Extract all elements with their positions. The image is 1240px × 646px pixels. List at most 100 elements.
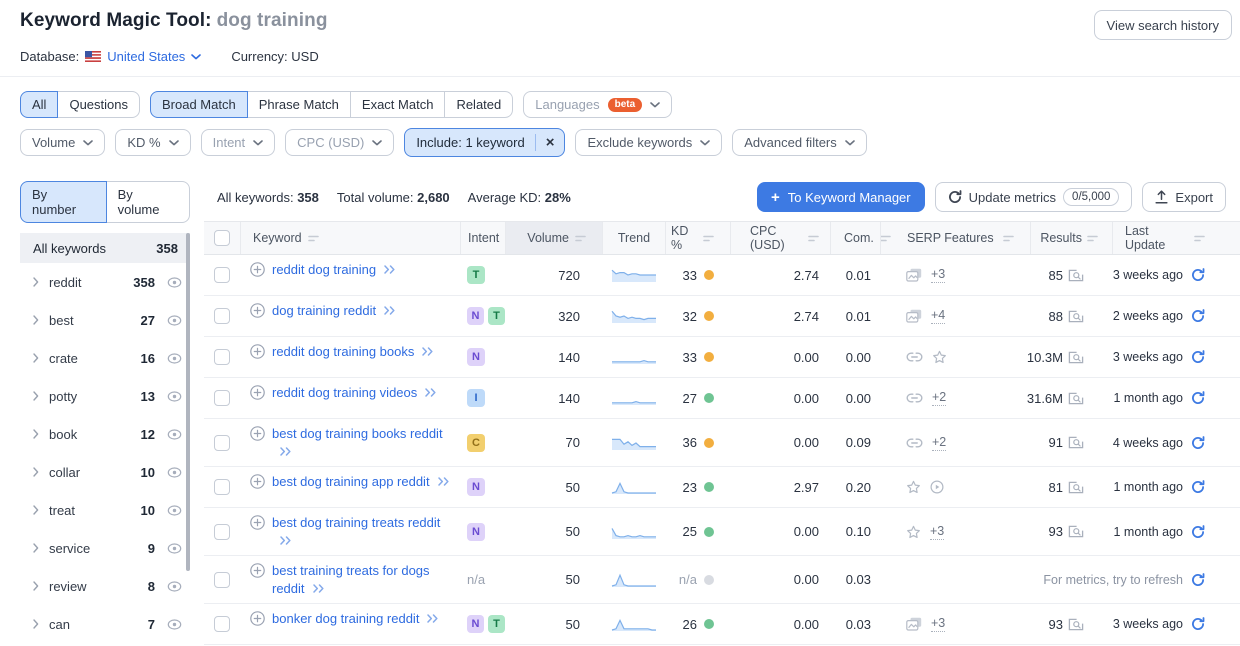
- expand-keyword-icon[interactable]: [383, 265, 396, 274]
- refresh-icon[interactable]: [1191, 617, 1205, 631]
- advanced-filters-dropdown[interactable]: Advanced filters: [732, 129, 867, 156]
- serp-preview-icon[interactable]: [1068, 351, 1084, 364]
- add-keyword-icon[interactable]: [250, 563, 265, 578]
- sort-by-number-tab[interactable]: By number: [20, 181, 107, 223]
- expand-keyword-icon[interactable]: [383, 306, 396, 315]
- row-checkbox[interactable]: [214, 524, 230, 540]
- view-search-history-button[interactable]: View search history: [1094, 10, 1232, 40]
- serp-preview-icon[interactable]: [1068, 392, 1084, 405]
- eye-icon[interactable]: [167, 277, 182, 288]
- keyword-link[interactable]: reddit dog training books: [272, 343, 434, 361]
- expand-keyword-icon[interactable]: [421, 347, 434, 356]
- table-row[interactable]: reddit dog training books N 140 33 0.00 …: [204, 337, 1240, 378]
- export-button[interactable]: Export: [1142, 182, 1226, 212]
- serp-preview-icon[interactable]: [1068, 618, 1084, 631]
- exclude-keywords-dropdown[interactable]: Exclude keywords: [575, 129, 722, 156]
- serp-more-badge[interactable]: +3: [931, 616, 945, 632]
- expand-keyword-icon[interactable]: [312, 584, 325, 593]
- eye-icon[interactable]: [167, 543, 182, 554]
- keyword-link[interactable]: dog training reddit: [272, 302, 396, 320]
- keyword-group-item[interactable]: collar 10: [20, 453, 190, 491]
- add-keyword-icon[interactable]: [250, 611, 265, 626]
- serp-more-badge[interactable]: +4: [931, 308, 945, 324]
- sort-icon[interactable]: [1194, 234, 1205, 243]
- column-header-kd[interactable]: KD %: [665, 222, 730, 254]
- table-row[interactable]: bonker dog training reddit NT 50 26 0.00…: [204, 604, 1240, 645]
- keyword-group-item[interactable]: review 8: [20, 567, 190, 605]
- sort-icon[interactable]: [575, 234, 586, 243]
- remove-include-filter-icon[interactable]: ×: [535, 134, 565, 151]
- keyword-group-item[interactable]: book 12: [20, 415, 190, 453]
- serp-preview-icon[interactable]: [1068, 310, 1084, 323]
- database-selector[interactable]: Database: United States: [20, 49, 201, 64]
- expand-keyword-icon[interactable]: [279, 447, 292, 456]
- add-keyword-icon[interactable]: [250, 515, 265, 530]
- table-row[interactable]: best training treats for dogs reddit n/a…: [204, 556, 1240, 604]
- add-keyword-icon[interactable]: [250, 385, 265, 400]
- cpc-filter-dropdown[interactable]: CPC (USD): [285, 129, 394, 156]
- add-keyword-icon[interactable]: [250, 262, 265, 277]
- keyword-link[interactable]: reddit dog training: [272, 261, 396, 279]
- eye-icon[interactable]: [167, 391, 182, 402]
- sort-by-volume-tab[interactable]: By volume: [106, 181, 190, 223]
- kd-filter-dropdown[interactable]: KD %: [115, 129, 190, 156]
- refresh-icon[interactable]: [1191, 573, 1205, 587]
- table-row[interactable]: best dog training treats reddit N 50 25 …: [204, 508, 1240, 556]
- intent-filter-dropdown[interactable]: Intent: [201, 129, 276, 156]
- sidebar-scrollbar[interactable]: [186, 233, 190, 571]
- keyword-link[interactable]: best dog training treats reddit: [272, 514, 460, 549]
- include-keyword-filter-chip[interactable]: Include: 1 keyword ×: [404, 128, 565, 157]
- keyword-link[interactable]: best training treats for dogs reddit: [272, 562, 460, 597]
- row-checkbox[interactable]: [214, 572, 230, 588]
- expand-keyword-icon[interactable]: [426, 614, 439, 623]
- add-keyword-icon[interactable]: [250, 344, 265, 359]
- refresh-icon[interactable]: [1191, 309, 1205, 323]
- refresh-icon[interactable]: [1191, 350, 1205, 364]
- row-checkbox[interactable]: [214, 267, 230, 283]
- refresh-icon[interactable]: [1191, 436, 1205, 450]
- row-checkbox[interactable]: [214, 435, 230, 451]
- tab-broad-match[interactable]: Broad Match: [150, 91, 248, 118]
- expand-keyword-icon[interactable]: [424, 388, 437, 397]
- keyword-link[interactable]: best dog training app reddit: [272, 473, 450, 491]
- refresh-icon[interactable]: [1191, 391, 1205, 405]
- table-row[interactable]: best dog training books reddit C 70 36 0…: [204, 419, 1240, 467]
- to-keyword-manager-button[interactable]: + To Keyword Manager: [757, 182, 925, 212]
- eye-icon[interactable]: [167, 505, 182, 516]
- table-row[interactable]: dog training reddit NT 320 32 2.74 0.01 …: [204, 296, 1240, 337]
- refresh-icon[interactable]: [1191, 480, 1205, 494]
- eye-icon[interactable]: [167, 581, 182, 592]
- serp-preview-icon[interactable]: [1068, 269, 1084, 282]
- table-row[interactable]: reddit dog training T 720 33 2.74 0.01 +…: [204, 255, 1240, 296]
- row-checkbox[interactable]: [214, 616, 230, 632]
- eye-icon[interactable]: [167, 315, 182, 326]
- row-checkbox[interactable]: [214, 479, 230, 495]
- keyword-group-item[interactable]: potty 13: [20, 377, 190, 415]
- eye-icon[interactable]: [167, 467, 182, 478]
- sort-icon[interactable]: [808, 234, 819, 243]
- keyword-group-item[interactable]: crate 16: [20, 339, 190, 377]
- keyword-group-item[interactable]: service 9: [20, 529, 190, 567]
- column-header-serp[interactable]: SERP Features: [880, 222, 1030, 254]
- keyword-link[interactable]: best dog training books reddit: [272, 425, 460, 460]
- tab-phrase-match[interactable]: Phrase Match: [247, 91, 351, 118]
- tab-exact-match[interactable]: Exact Match: [350, 91, 446, 118]
- eye-icon[interactable]: [167, 429, 182, 440]
- row-checkbox[interactable]: [214, 349, 230, 365]
- add-keyword-icon[interactable]: [250, 474, 265, 489]
- serp-preview-icon[interactable]: [1068, 436, 1084, 449]
- tab-questions[interactable]: Questions: [57, 91, 140, 118]
- serp-more-badge[interactable]: +2: [932, 390, 946, 406]
- add-keyword-icon[interactable]: [250, 303, 265, 318]
- column-header-kw[interactable]: Keyword: [240, 222, 460, 254]
- languages-dropdown[interactable]: Languages beta: [523, 91, 672, 118]
- column-header-com[interactable]: Com.: [830, 222, 880, 254]
- eye-icon[interactable]: [167, 619, 182, 630]
- update-metrics-button[interactable]: Update metrics 0/5,000: [935, 182, 1133, 212]
- all-keywords-group-header[interactable]: All keywords 358: [20, 233, 190, 263]
- keyword-link[interactable]: reddit dog training videos: [272, 384, 437, 402]
- column-header-cpc[interactable]: CPC (USD): [730, 222, 830, 254]
- expand-keyword-icon[interactable]: [437, 477, 450, 486]
- keyword-group-item[interactable]: reddit 358: [20, 263, 190, 301]
- sort-icon[interactable]: [308, 234, 319, 243]
